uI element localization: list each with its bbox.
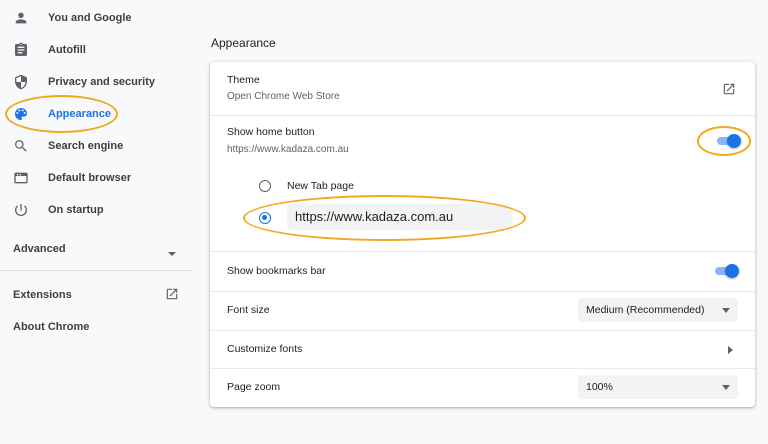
page-zoom-value: 100% bbox=[586, 381, 613, 393]
page-title: Appearance bbox=[211, 36, 276, 50]
row-divider bbox=[210, 115, 755, 116]
browser-icon bbox=[13, 170, 29, 186]
row-divider bbox=[210, 330, 755, 331]
home-button-toggle[interactable] bbox=[715, 134, 741, 148]
sidebar-item-you-and-google[interactable]: You and Google bbox=[0, 2, 192, 34]
sidebar-item-label: Autofill bbox=[48, 44, 86, 56]
sidebar-item-appearance[interactable]: Appearance bbox=[0, 98, 192, 130]
sidebar-item-label: Appearance bbox=[48, 108, 111, 120]
customize-fonts-label[interactable]: Customize fonts bbox=[227, 343, 302, 355]
sidebar-extensions[interactable]: Extensions bbox=[13, 289, 72, 301]
sidebar-item-label: On startup bbox=[48, 204, 104, 216]
font-size-label: Font size bbox=[227, 304, 270, 316]
power-icon bbox=[13, 202, 29, 218]
home-url-input[interactable]: https://www.kadaza.com.au bbox=[287, 204, 512, 230]
bookmarks-toggle[interactable] bbox=[713, 264, 739, 278]
sidebar-advanced[interactable]: Advanced bbox=[13, 243, 66, 255]
chevron-right-icon[interactable] bbox=[728, 346, 733, 354]
chevron-down-icon[interactable] bbox=[167, 245, 177, 256]
home-button-label: Show home button bbox=[227, 126, 315, 138]
radio-new-tab[interactable] bbox=[259, 180, 271, 192]
font-size-select[interactable]: Medium (Recommended) bbox=[578, 298, 738, 322]
dropdown-caret-icon bbox=[722, 385, 730, 390]
settings-card: Theme Open Chrome Web Store Show home bu… bbox=[210, 62, 755, 407]
shield-icon bbox=[13, 74, 29, 90]
open-in-new-icon[interactable] bbox=[165, 287, 179, 301]
sidebar: You and Google Autofill Privacy and secu… bbox=[0, 0, 192, 444]
sidebar-item-default-browser[interactable]: Default browser bbox=[0, 162, 192, 194]
dropdown-caret-icon bbox=[722, 308, 730, 313]
toggle-knob bbox=[727, 134, 741, 148]
theme-label: Theme bbox=[227, 74, 260, 86]
open-in-new-icon[interactable] bbox=[722, 82, 736, 96]
search-icon bbox=[13, 138, 29, 154]
page-zoom-label: Page zoom bbox=[227, 381, 281, 393]
sidebar-item-autofill[interactable]: Autofill bbox=[0, 34, 192, 66]
radio-new-tab-label: New Tab page bbox=[287, 180, 354, 192]
bookmarks-label: Show bookmarks bar bbox=[227, 265, 326, 277]
font-size-value: Medium (Recommended) bbox=[586, 304, 705, 316]
page-zoom-select[interactable]: 100% bbox=[578, 375, 738, 399]
sidebar-item-label: Privacy and security bbox=[48, 76, 156, 88]
sidebar-item-search-engine[interactable]: Search engine bbox=[0, 130, 192, 162]
palette-icon bbox=[13, 106, 29, 122]
theme-sub[interactable]: Open Chrome Web Store bbox=[227, 91, 340, 102]
sidebar-item-label: You and Google bbox=[48, 12, 132, 24]
row-divider bbox=[210, 251, 755, 252]
home-button-sub: https://www.kadaza.com.au bbox=[227, 144, 349, 155]
toggle-knob bbox=[725, 264, 739, 278]
row-divider bbox=[210, 368, 755, 369]
sidebar-item-label: Search engine bbox=[48, 140, 124, 152]
radio-custom-url[interactable] bbox=[259, 212, 271, 224]
clipboard-icon bbox=[13, 42, 29, 58]
sidebar-item-label: Default browser bbox=[48, 172, 132, 184]
sidebar-divider bbox=[0, 270, 192, 271]
row-divider bbox=[210, 291, 755, 292]
sidebar-item-privacy[interactable]: Privacy and security bbox=[0, 66, 192, 98]
sidebar-about-chrome[interactable]: About Chrome bbox=[13, 321, 89, 333]
person-icon bbox=[13, 10, 29, 26]
sidebar-item-on-startup[interactable]: On startup bbox=[0, 194, 192, 226]
